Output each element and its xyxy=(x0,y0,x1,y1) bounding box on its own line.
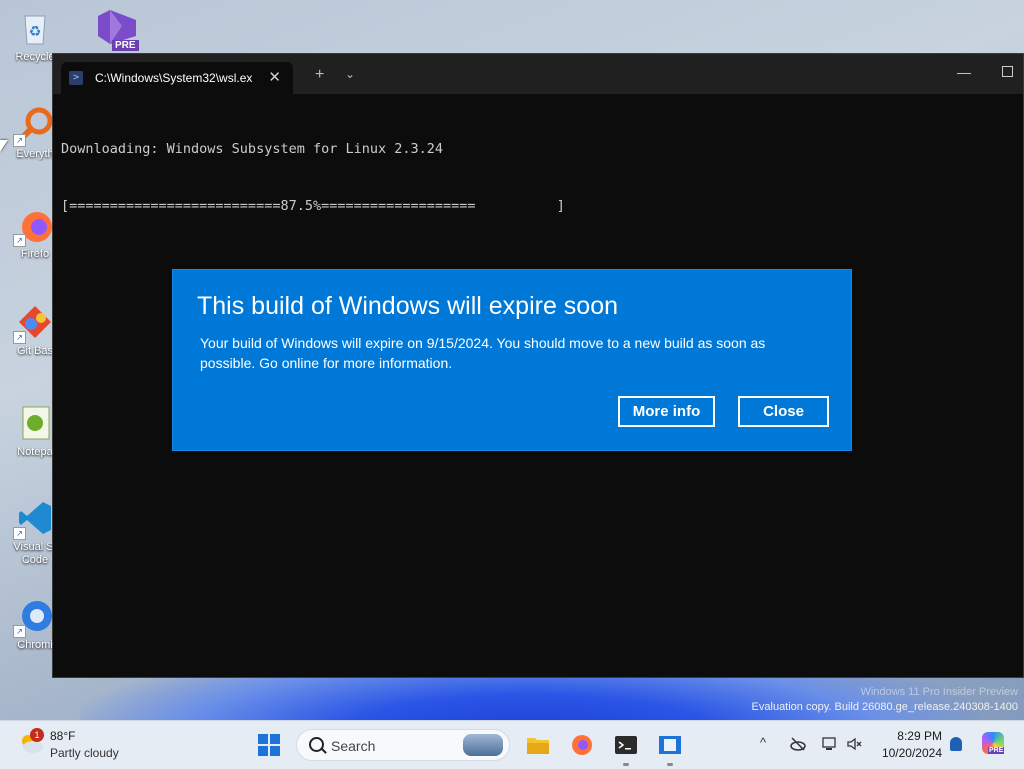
folder-icon xyxy=(527,738,549,754)
tab-title: C:\Windows\System32\wsl.ex xyxy=(95,71,253,85)
everything-search-icon: ↗ xyxy=(13,105,55,147)
chevron-up-icon[interactable]: ^ xyxy=(760,735,766,750)
shortcut-arrow-icon: ↗ xyxy=(13,134,26,147)
shortcut-arrow-icon: ↗ xyxy=(13,625,26,638)
file-explorer-taskbar-button[interactable] xyxy=(526,733,550,757)
powershell-icon: > xyxy=(69,71,83,85)
network-icon[interactable] xyxy=(822,736,838,752)
tab-wsl[interactable]: > C:\Windows\System32\wsl.ex ✕ xyxy=(61,62,293,94)
firefox-taskbar-button[interactable] xyxy=(570,733,594,757)
app-window-icon xyxy=(659,736,681,754)
notification-badge: 1 xyxy=(30,728,44,742)
firefox-icon xyxy=(572,735,592,755)
weather-condition: Partly cloudy xyxy=(50,746,119,760)
maximize-button[interactable] xyxy=(1002,66,1013,77)
search-highlight-image xyxy=(463,734,503,756)
console-output[interactable]: Downloading: Windows Subsystem for Linux… xyxy=(61,102,1015,254)
evaluation-watermark: Windows 11 Pro Insider Preview Evaluatio… xyxy=(752,685,1018,715)
taskbar-search[interactable]: Search xyxy=(296,729,510,761)
mouse-cursor-icon xyxy=(0,140,8,152)
more-info-button[interactable]: More info xyxy=(618,396,715,427)
dialog-title: This build of Windows will expire soon xyxy=(197,292,619,320)
terminal-icon xyxy=(615,736,637,754)
svg-text:♻: ♻ xyxy=(29,24,42,40)
start-button[interactable] xyxy=(258,734,280,756)
watermark-build: Evaluation copy. Build 26080.ge_release.… xyxy=(751,701,1018,713)
dialog-message: Your build of Windows will expire on 9/1… xyxy=(200,335,766,371)
shortcut-arrow-icon: ↗ xyxy=(13,527,26,540)
watermark-edition: Windows 11 Pro Insider Preview xyxy=(860,686,1018,698)
notification-bell-icon[interactable] xyxy=(950,737,962,751)
onedrive-icon[interactable] xyxy=(790,736,806,752)
running-indicator xyxy=(623,763,629,766)
taskbar: 1 88°F Partly cloudy Search ^ 8:29 PM 10… xyxy=(0,720,1024,769)
console-line-download: Downloading: Windows Subsystem for Linux… xyxy=(61,141,444,157)
shortcut-arrow-icon: ↗ xyxy=(13,234,26,247)
desktop-icon-visual-studio-preview[interactable]: PRE xyxy=(92,6,142,54)
build-expiration-dialog: This build of Windows will expire soon Y… xyxy=(172,269,852,451)
notepad-plus-plus-icon xyxy=(15,403,55,443)
vscode-icon: ↗ xyxy=(13,498,55,540)
weather-temperature: 88°F xyxy=(50,729,76,743)
search-icon xyxy=(309,737,324,752)
console-line-progress: [==========================87.5%========… xyxy=(61,198,565,214)
git-bash-icon: ↗ xyxy=(13,302,55,344)
minimize-button[interactable]: — xyxy=(957,64,971,80)
clock-date: 10/20/2024 xyxy=(881,746,942,760)
tab-close-icon[interactable]: ✕ xyxy=(268,68,281,86)
close-button[interactable]: Close xyxy=(738,396,829,427)
chromium-icon: ↗ xyxy=(13,596,55,638)
new-tab-button[interactable]: + xyxy=(315,66,324,84)
active-window-taskbar-button[interactable] xyxy=(658,733,682,757)
chevron-down-icon[interactable]: ⌄ xyxy=(345,67,355,81)
volume-muted-icon[interactable] xyxy=(846,736,862,752)
clock-time: 8:29 PM xyxy=(897,729,942,743)
running-indicator xyxy=(667,763,673,766)
terminal-titlebar[interactable]: > C:\Windows\System32\wsl.ex ✕ + ⌄ — xyxy=(53,54,1023,94)
terminal-taskbar-button[interactable] xyxy=(614,733,638,757)
preview-badge: PRE xyxy=(112,40,139,51)
recycle-bin-icon: ♻ xyxy=(15,8,55,48)
shortcut-arrow-icon: ↗ xyxy=(13,331,26,344)
firefox-icon: ↗ xyxy=(13,205,55,247)
search-placeholder: Search xyxy=(331,738,376,754)
copilot-preview-badge: PRE xyxy=(988,747,1005,754)
